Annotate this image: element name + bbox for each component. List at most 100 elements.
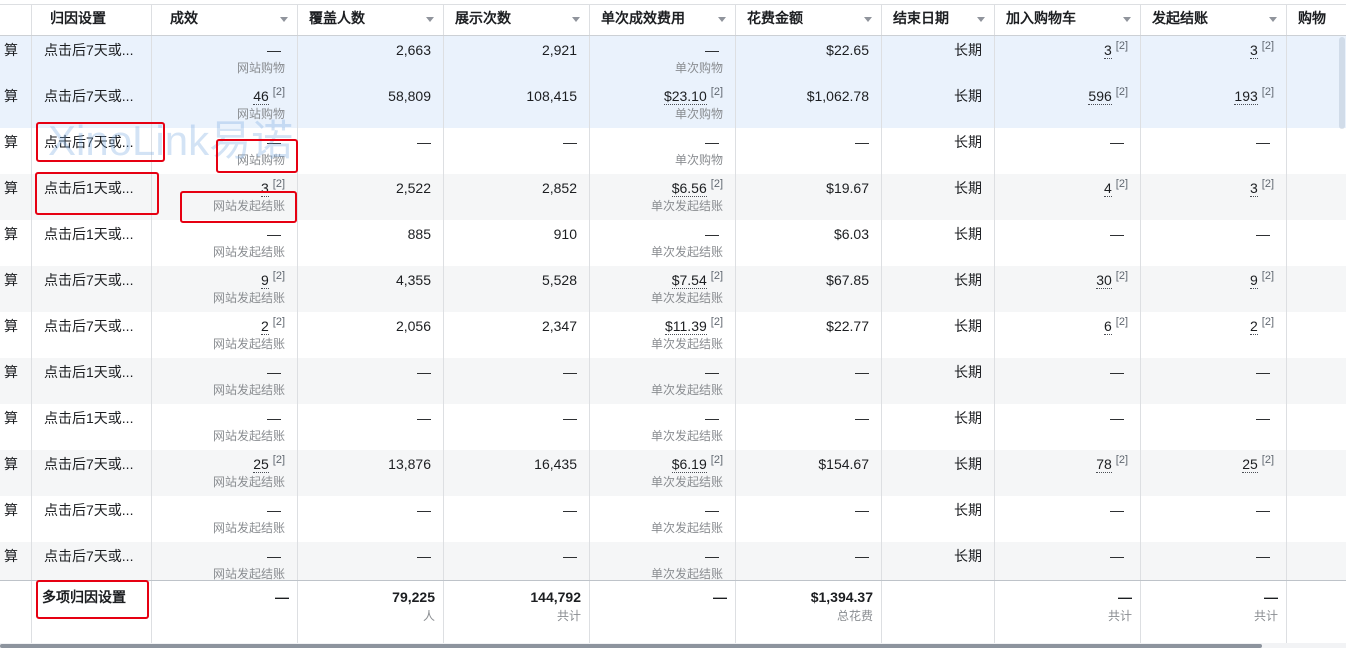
cell-lead: 算 [0, 266, 32, 312]
results-type-label: 网站发起结账 [212, 245, 285, 259]
impressions-value: 2,921 [541, 42, 577, 58]
results-footnote[interactable]: [2] [273, 454, 285, 466]
table-row[interactable]: 算 点击后7天或... 2 [2] 网站发起结账 2,056 2,347 $11.… [0, 312, 1346, 358]
header-cost-per-result[interactable]: 单次成效费用 [590, 5, 736, 35]
reach-value: — [417, 410, 431, 426]
add-to-cart-footnote[interactable]: [2] [1116, 316, 1128, 328]
table-row[interactable]: 算 点击后7天或... — 网站购物 — — — 单次购物 — 长期 — — [0, 128, 1346, 174]
table-row[interactable]: 算 点击后1天或... — 网站发起结账 — — — 单次发起结账 — 长期 —… [0, 404, 1346, 450]
chevron-down-icon[interactable] [977, 17, 985, 22]
cost-per-result-value: $11.39 [664, 318, 707, 335]
cell-amount-spent: $22.65 [736, 36, 882, 82]
cell-reach: — [298, 358, 444, 404]
amount-spent-value: — [855, 502, 869, 518]
cell-end-date: 长期 [882, 312, 995, 358]
header-checkouts-initiated[interactable]: 发起结账 [1141, 5, 1287, 35]
header-impressions[interactable]: 展示次数 [444, 5, 590, 35]
header-attribution-setting[interactable]: 归因设置 [32, 5, 152, 35]
checkouts-footnote[interactable]: [2] [1262, 270, 1274, 282]
header-results[interactable]: 成效 [152, 5, 298, 35]
amount-spent-value: $22.65 [826, 42, 869, 58]
table-row[interactable]: 算 点击后7天或... 9 [2] 网站发起结账 4,355 5,528 $7.5… [0, 266, 1346, 312]
add-to-cart-footnote[interactable]: [2] [1116, 86, 1128, 98]
lead-text: 算 [4, 410, 18, 426]
chevron-down-icon[interactable] [1123, 17, 1131, 22]
cell-amount-spent: $154.67 [736, 450, 882, 496]
checkouts-footnote[interactable]: [2] [1262, 86, 1274, 98]
table-row[interactable]: 算 点击后7天或... — 网站发起结账 — — — 单次发起结账 — 长期 —… [0, 542, 1346, 580]
table-row[interactable]: 算 点击后1天或... — 网站发起结账 — — — 单次发起结账 — 长期 —… [0, 358, 1346, 404]
header-end-date[interactable]: 结束日期 [882, 5, 995, 35]
results-footnote[interactable]: [2] [273, 270, 285, 282]
results-type-label: 网站购物 [236, 107, 285, 121]
cell-reach: 13,876 [298, 450, 444, 496]
cost-per-result-footnote[interactable]: [2] [711, 270, 723, 282]
table-row[interactable]: 算 点击后7天或... — 网站购物 2,663 2,921 — 单次购物 $2… [0, 36, 1346, 82]
horizontal-scrollbar[interactable] [0, 643, 1346, 648]
footer-end-date [882, 581, 995, 643]
cost-per-result-footnote[interactable]: [2] [711, 454, 723, 466]
header-amount-spent[interactable]: 花费金额 [736, 5, 882, 35]
add-to-cart-value: — [1110, 364, 1124, 380]
chevron-down-icon[interactable] [1269, 17, 1277, 22]
cost-per-result-footnote[interactable]: [2] [711, 86, 723, 98]
chevron-down-icon[interactable] [572, 17, 580, 22]
checkouts-footnote[interactable]: [2] [1262, 178, 1274, 190]
chevron-down-icon[interactable] [426, 17, 434, 22]
header-label-purchases: 购物 [1298, 10, 1326, 26]
results-footnote[interactable]: [2] [273, 178, 285, 190]
chevron-down-icon[interactable] [864, 17, 872, 22]
amount-spent-value: $154.67 [818, 456, 869, 472]
results-value: 9 [260, 272, 269, 289]
cell-cost-per-result: $7.54 [2] 单次发起结账 [590, 266, 736, 312]
results-footnote[interactable]: [2] [273, 316, 285, 328]
cost-per-result-footnote[interactable]: [2] [711, 178, 723, 190]
table-row[interactable]: 算 点击后7天或... 25 [2] 网站发起结账 13,876 16,435 $… [0, 450, 1346, 496]
checkouts-value: 3 [1249, 42, 1258, 59]
table-row[interactable]: 算 点击后7天或... — 网站发起结账 — — — 单次发起结账 — 长期 —… [0, 496, 1346, 542]
header-reach[interactable]: 覆盖人数 [298, 5, 444, 35]
add-to-cart-value: 30 [1096, 272, 1112, 289]
impressions-value: 16,435 [534, 456, 577, 472]
add-to-cart-footnote[interactable]: [2] [1116, 454, 1128, 466]
add-to-cart-footnote[interactable]: [2] [1116, 40, 1128, 52]
cost-per-result-value: — [705, 364, 719, 380]
checkouts-footnote[interactable]: [2] [1262, 316, 1274, 328]
cell-end-date: 长期 [882, 450, 995, 496]
add-to-cart-value: 6 [1103, 318, 1112, 335]
table-row[interactable]: 算 点击后1天或... — 网站发起结账 885 910 — 单次发起结账 $6… [0, 220, 1346, 266]
cost-per-result-type-label: 单次购物 [674, 153, 723, 167]
cell-add-to-cart: — [995, 220, 1141, 266]
header-purchases[interactable]: 购物 [1287, 5, 1346, 35]
cell-attribution-setting: 点击后1天或... [32, 404, 152, 450]
results-footnote[interactable]: [2] [273, 86, 285, 98]
chevron-down-icon[interactable] [280, 17, 288, 22]
chevron-down-icon[interactable] [718, 17, 726, 22]
cell-purchases [1287, 220, 1346, 266]
cell-lead: 算 [0, 220, 32, 266]
footer-amount-spent: $1,394.37 总花费 [736, 581, 882, 643]
results-type-label: 网站发起结账 [212, 337, 285, 351]
cell-purchases [1287, 496, 1346, 542]
table-row[interactable]: 算 点击后7天或... 46 [2] 网站购物 58,809 108,415 $2… [0, 82, 1346, 128]
checkouts-footnote[interactable]: [2] [1262, 40, 1274, 52]
horizontal-scrollbar-thumb[interactable] [0, 644, 1262, 648]
table-row[interactable]: 算 点击后1天或... 3 [2] 网站发起结账 2,522 2,852 $6.5… [0, 174, 1346, 220]
cost-per-result-footnote[interactable]: [2] [711, 316, 723, 328]
cell-cost-per-result: — 单次发起结账 [590, 404, 736, 450]
end-date-value: 长期 [954, 42, 982, 58]
cell-checkouts-initiated: — [1141, 358, 1287, 404]
cost-per-result-type-label: 单次发起结账 [650, 199, 723, 213]
results-type-label: 网站发起结账 [212, 291, 285, 305]
cell-end-date: 长期 [882, 174, 995, 220]
cell-add-to-cart: — [995, 358, 1141, 404]
attribution-setting-text: 点击后7天或... [44, 548, 134, 564]
cell-results: — 网站发起结账 [152, 358, 298, 404]
cell-results: — 网站发起结账 [152, 404, 298, 450]
checkouts-footnote[interactable]: [2] [1262, 454, 1274, 466]
cell-cost-per-result: $11.39 [2] 单次发起结账 [590, 312, 736, 358]
add-to-cart-footnote[interactable]: [2] [1116, 178, 1128, 190]
vertical-scrollbar-thumb[interactable] [1339, 37, 1345, 129]
header-add-to-cart[interactable]: 加入购物车 [995, 5, 1141, 35]
add-to-cart-footnote[interactable]: [2] [1116, 270, 1128, 282]
